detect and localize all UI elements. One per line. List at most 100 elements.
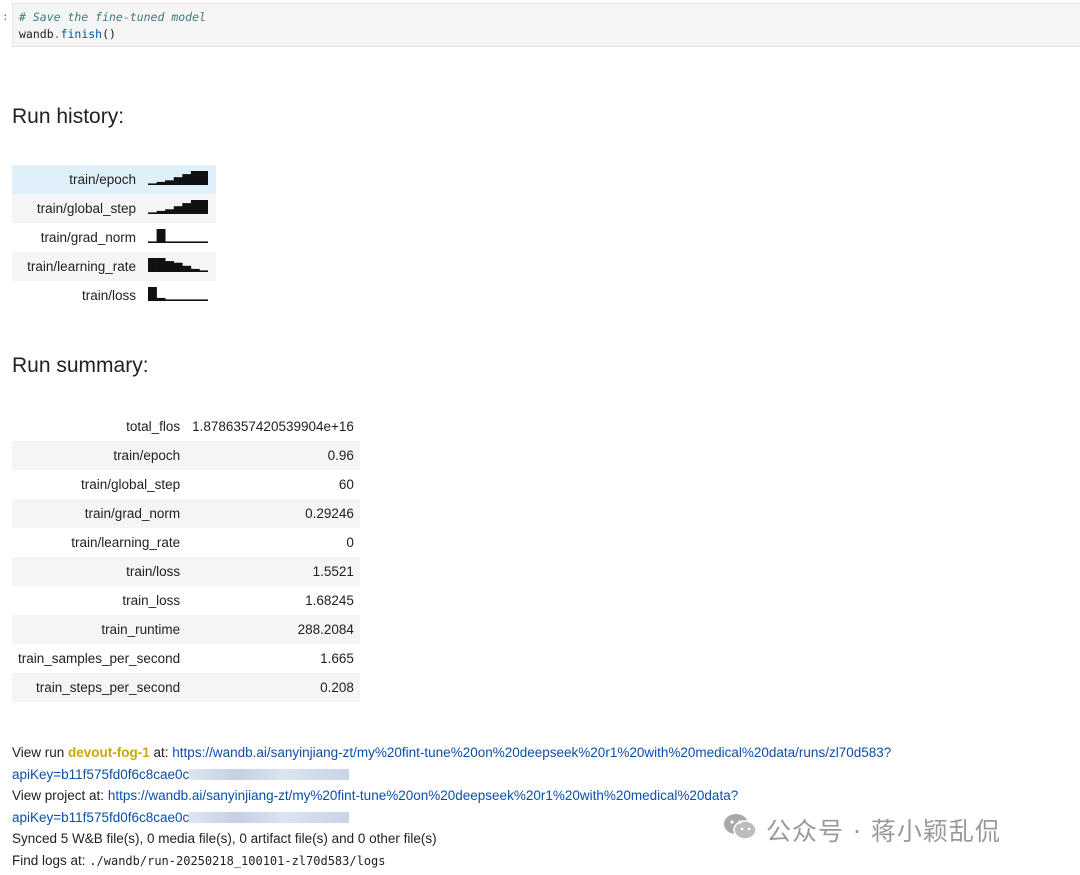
sparkline-bar <box>165 209 174 214</box>
summary-row: train_samples_per_second 1.665 <box>12 644 360 673</box>
history-sparkline <box>142 223 216 252</box>
sparkline-bar <box>182 265 192 272</box>
sparkline-bar <box>165 180 174 185</box>
watermark-text: 公众号 · 蒋小颖乱侃 <box>766 817 1001 846</box>
history-metric-name: train/learning_rate <box>12 252 142 281</box>
sparkline-bar <box>156 181 166 185</box>
wandb-footer: View run devout-fog-1 at: https://wandb.… <box>12 742 1072 872</box>
summary-metric-value: 1.5521 <box>186 557 360 586</box>
sparkline-bar <box>190 299 200 301</box>
redacted-key-block <box>189 769 350 781</box>
history-sparkline <box>142 194 216 223</box>
history-metric-name: train/loss <box>81 288 136 303</box>
summary-metric-name: total_flos <box>126 419 181 434</box>
sparkline-bar <box>173 299 183 301</box>
history-sparkline <box>142 252 216 281</box>
sparkline-bar <box>156 258 166 272</box>
run-url-link[interactable]: https://wandb.ai/sanyinjiang-zt/my%20fin… <box>172 745 891 760</box>
summary-row: train/learning_rate 0 <box>12 528 360 557</box>
summary-metric-name: train/epoch <box>12 441 187 470</box>
history-row[interactable]: train/loss <box>12 281 216 310</box>
sparkline-bar <box>156 210 166 214</box>
history-sparkline <box>142 165 216 194</box>
sparkline-bar <box>182 174 192 185</box>
logs-path: ./wandb/run-20250218_100101-zl70d583/log… <box>89 853 386 868</box>
code-statement: wandb.finish() <box>19 26 1080 43</box>
history-row[interactable]: train/global_step <box>12 194 216 223</box>
project-url-link[interactable]: https://wandb.ai/sanyinjiang-zt/my%20fin… <box>108 788 738 803</box>
view-run-at: at: <box>149 745 173 760</box>
sparkline-bar <box>199 241 209 243</box>
code-object: wandb <box>19 27 54 41</box>
view-project-line: View project at: https://wandb.ai/sanyin… <box>12 785 1072 807</box>
sparkline-bar <box>156 297 166 301</box>
sparkline-bar <box>190 268 200 272</box>
sparkline-bar <box>156 229 166 243</box>
code-cell[interactable]: # Save the fine-tuned model wandb.finish… <box>12 3 1080 47</box>
wechat-icon <box>722 812 758 848</box>
sparkline-bar <box>148 183 157 185</box>
summary-row: total_flos 1.8786357420539904e+16 <box>12 412 360 441</box>
sparkline-bar <box>182 241 192 243</box>
history-metric-name: train/global_step <box>12 194 142 223</box>
run-history-heading: Run history: <box>12 105 125 128</box>
sparkline-bar <box>148 212 157 214</box>
redacted-key-block <box>189 812 350 824</box>
sparkline-bar <box>165 299 174 301</box>
history-row[interactable]: train/epoch <box>12 165 216 194</box>
run-name: devout-fog-1 <box>68 745 150 760</box>
history-row[interactable]: train/grad_norm <box>12 223 216 252</box>
summary-metric-name: train_steps_per_second <box>12 673 187 702</box>
summary-metric-name: train_runtime <box>12 615 187 644</box>
summary-metric-value: 0.29246 <box>186 499 360 528</box>
summary-metric-value: 0 <box>346 535 354 550</box>
summary-metric-value: 1.8786357420539904e+16 <box>192 419 354 434</box>
summary-metric-name: train/learning_rate <box>71 535 181 550</box>
cell-prompt: : <box>2 10 9 23</box>
summary-metric-value: 1.68245 <box>305 593 354 608</box>
history-metric-name: train/epoch <box>12 165 142 194</box>
sparkline-bar <box>190 171 200 185</box>
summary-row: train/epoch 0.96 <box>12 441 360 470</box>
view-project-label: View project at: <box>12 788 108 803</box>
sparkline-bar <box>173 177 183 185</box>
code-dot: . <box>53 27 61 41</box>
sparkline-bar <box>173 206 183 214</box>
sparkline-bar <box>199 299 209 301</box>
view-run-line: View run devout-fog-1 at: https://wandb.… <box>12 742 1072 764</box>
sparkline-bar <box>173 241 183 243</box>
summary-metric-name: train_loss <box>122 593 181 608</box>
view-run-label: View run <box>12 745 69 760</box>
watermark: 公众号 · 蒋小颖乱侃 <box>722 812 1001 848</box>
sparkline-bar <box>165 241 174 243</box>
sparkline-bar <box>199 171 209 185</box>
logs-line: Find logs at: ./wandb/run-20250218_10010… <box>12 850 1072 873</box>
summary-row: train_runtime 288.2084 <box>12 615 360 644</box>
code-comment: # Save the fine-tuned model <box>19 10 206 24</box>
run-api-key-line: apiKey=b11f575fd0f6c8cae0c <box>12 764 1072 786</box>
summary-row: train/grad_norm 0.29246 <box>12 499 360 528</box>
sparkline-bar <box>173 262 183 272</box>
summary-row: train_steps_per_second 0.208 <box>12 673 360 702</box>
run-summary-heading: Run summary: <box>12 354 149 377</box>
run-history-table: train/epoch train/global_step train/grad_n… <box>12 165 216 310</box>
history-row[interactable]: train/learning_rate <box>12 252 216 281</box>
summary-metric-value: 0.96 <box>186 441 360 470</box>
summary-row: train/loss 1.5521 <box>12 557 360 586</box>
summary-metric-value: 60 <box>338 477 354 492</box>
summary-metric-value: 288.2084 <box>186 615 360 644</box>
project-api-key-link[interactable]: apiKey=b11f575fd0f6c8cae0c <box>12 810 189 825</box>
summary-metric-name: train/grad_norm <box>12 499 187 528</box>
sparkline-bar <box>148 241 157 243</box>
code-function: finish <box>60 27 103 41</box>
logs-label: Find logs at: <box>12 852 90 868</box>
history-sparkline <box>142 281 216 310</box>
summary-row: train_loss 1.68245 <box>12 586 360 615</box>
sparkline-bar <box>148 287 157 301</box>
sparkline-bar <box>182 299 192 301</box>
sparkline-bar <box>148 258 157 272</box>
run-api-key-link[interactable]: apiKey=b11f575fd0f6c8cae0c <box>12 767 189 782</box>
sparkline-bar <box>199 270 209 272</box>
summary-row: train/global_step 60 <box>12 470 360 499</box>
sparkline-bar <box>190 200 200 214</box>
